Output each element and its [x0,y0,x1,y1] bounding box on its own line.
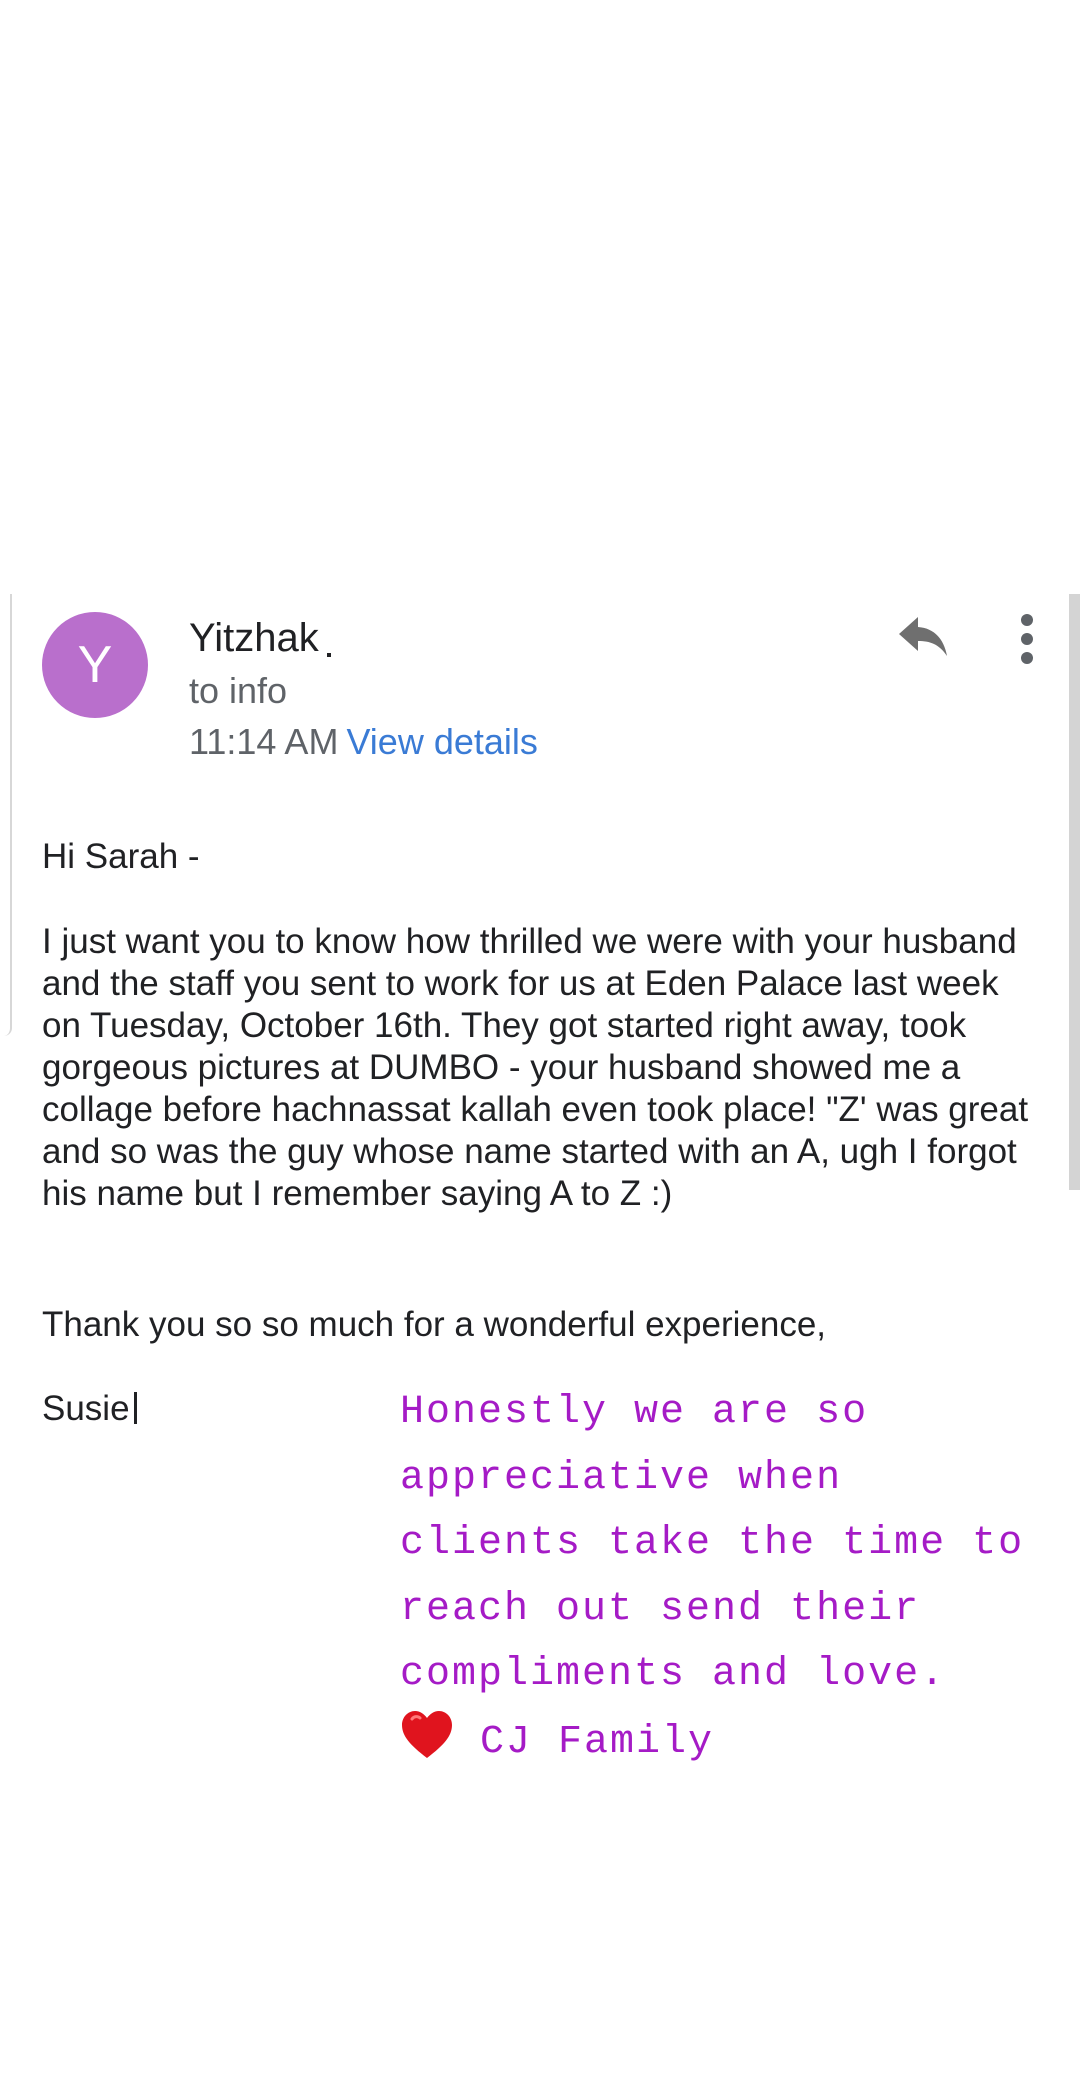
sender-avatar[interactable]: Y [42,612,148,718]
overlay-signature: CJ Family [480,1719,715,1765]
email-thanks: Thank you so so much for a wonderful exp… [42,1305,827,1344]
email-time: 11:14 AM [189,721,339,762]
email-greeting: Hi Sarah - [42,837,200,876]
story-text-overlay: Honestly we are so appreciative when cli… [400,1380,1030,1776]
sender-name: Yitzhak [189,612,331,664]
overlay-message: Honestly we are so appreciative when cli… [400,1390,1025,1698]
scrollbar[interactable] [1069,594,1080,1190]
card-left-edge [0,594,12,1036]
email-main-paragraph: I just want you to know how thrilled we … [42,922,1029,1213]
overlay-signature-line: CJ Family [400,1708,1030,1776]
avatar-initial: Y [77,636,113,694]
email-signoff: Susie [42,1388,137,1430]
sender-name-text: Yitzhak [189,616,319,660]
email-meta: 11:14 AM View details [189,717,538,767]
more-vert-icon[interactable] [1016,612,1038,666]
view-details-link[interactable]: View details [346,721,537,762]
recipient-line: to info [189,670,288,711]
signature-truncation [133,1392,137,1424]
sender-name-truncation [326,653,331,657]
reply-icon[interactable] [896,610,950,664]
heart-emoji [400,1708,454,1762]
email-signature: Susie [42,1389,130,1428]
